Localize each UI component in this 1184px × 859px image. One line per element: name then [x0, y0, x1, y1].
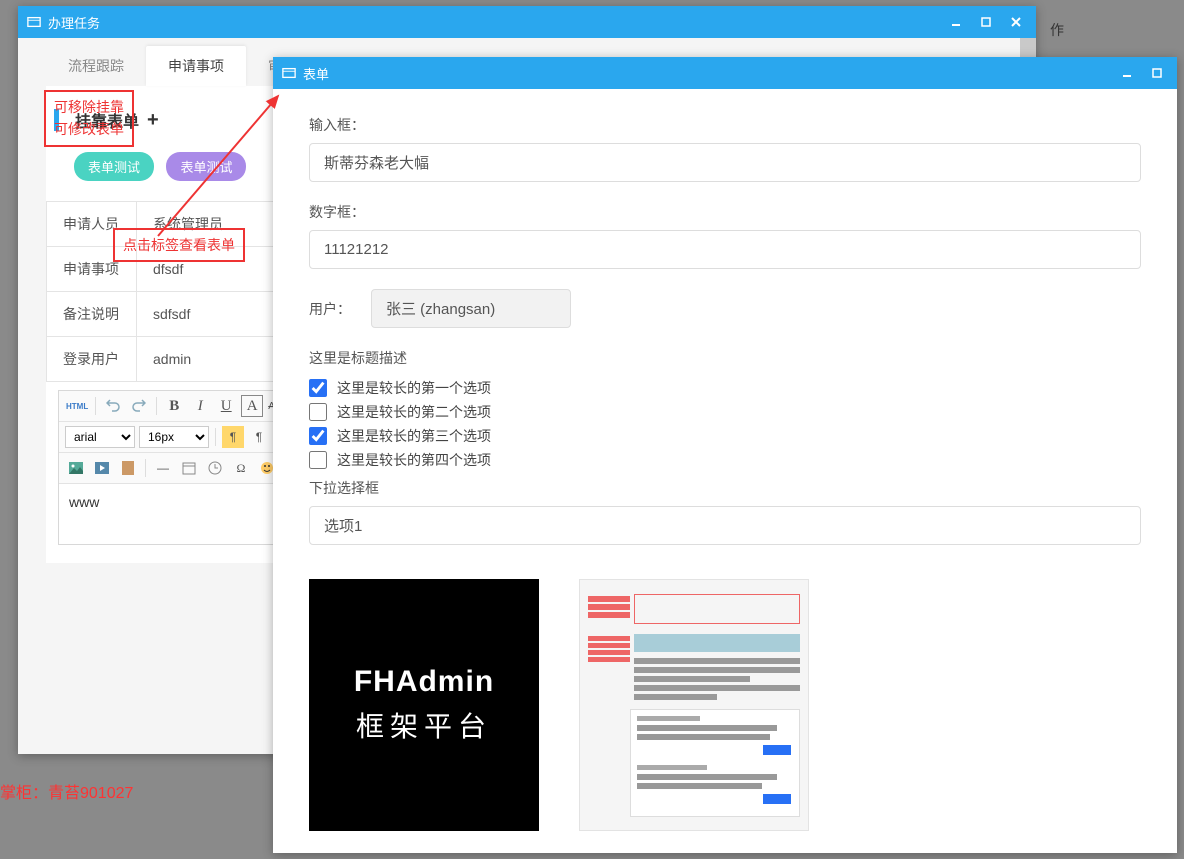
checkbox-option-3[interactable]: 这里是较长的第三个选项: [309, 424, 1141, 448]
user-label: 用户：: [309, 299, 351, 319]
form-window: 表单 输入框： 数字框： 用户： 这里是标题描述 这里是较长的第一个选项 这里是…: [273, 57, 1177, 853]
checkbox-label: 这里是较长的第二个选项: [337, 402, 491, 422]
checkbox-option-2[interactable]: 这里是较长的第二个选项: [309, 400, 1141, 424]
window-icon: [26, 14, 42, 30]
select-label: 下拉选择框: [309, 478, 1141, 498]
user-field: [371, 289, 571, 328]
checkbox-input[interactable]: [309, 403, 327, 421]
maximize-button[interactable]: [1145, 63, 1169, 83]
font-select[interactable]: arial: [65, 426, 135, 448]
watermark: @51CTO博客: [1075, 828, 1168, 849]
select-field[interactable]: [309, 506, 1141, 545]
number-label: 数字框：: [309, 202, 1141, 222]
input-label: 输入框：: [309, 115, 1141, 135]
checkbox-label: 这里是较长的第一个选项: [337, 378, 491, 398]
image-screenshot: [579, 579, 809, 831]
close-button[interactable]: [1004, 12, 1028, 32]
cell-label: 登录用户: [47, 337, 137, 382]
checkbox-label: 这里是较长的第三个选项: [337, 426, 491, 446]
bg-text: 作: [1050, 20, 1064, 40]
image-fhadmin: FHAdmin 框架平台: [309, 579, 539, 831]
image-icon[interactable]: [65, 457, 87, 479]
checkbox-group-label: 这里是标题描述: [309, 348, 1141, 368]
checkbox-input[interactable]: [309, 379, 327, 397]
annotation-1: 可移除挂靠 可修改表单: [44, 90, 134, 147]
window-icon: [281, 65, 297, 81]
hr-button[interactable]: —: [152, 457, 174, 479]
cell-label: 备注说明: [47, 292, 137, 337]
tab-process-track[interactable]: 流程跟踪: [46, 46, 146, 86]
omega-button[interactable]: Ω: [230, 457, 252, 479]
quote-button[interactable]: ¶: [248, 426, 270, 448]
file-icon[interactable]: [117, 457, 139, 479]
form-tag-1[interactable]: 表单测试: [74, 152, 154, 181]
form-window-title: 表单: [303, 64, 1115, 83]
maximize-button[interactable]: [974, 12, 998, 32]
footer-text: 掌柜：青苔901027: [0, 779, 133, 803]
checkbox-option-4[interactable]: 这里是较长的第四个选项: [309, 448, 1141, 472]
para-button[interactable]: ¶: [222, 426, 244, 448]
underline-button[interactable]: U: [215, 395, 237, 417]
undo-button[interactable]: [102, 395, 124, 417]
minimize-button[interactable]: [1115, 63, 1139, 83]
bold-button[interactable]: B: [163, 395, 185, 417]
text-input[interactable]: [309, 143, 1141, 182]
annotation-2: 点击标签查看表单: [113, 228, 245, 262]
html-button[interactable]: HTML: [65, 395, 89, 417]
italic-button[interactable]: I: [189, 395, 211, 417]
minimize-button[interactable]: [944, 12, 968, 32]
checkbox-input[interactable]: [309, 427, 327, 445]
tab-apply-item[interactable]: 申请事项: [146, 46, 246, 86]
video-icon[interactable]: [91, 457, 113, 479]
form-window-titlebar[interactable]: 表单: [273, 57, 1177, 89]
task-window-titlebar[interactable]: 办理任务: [18, 6, 1036, 38]
redo-button[interactable]: [128, 395, 150, 417]
fontcolor-button[interactable]: A: [241, 395, 263, 417]
checkbox-label: 这里是较长的第四个选项: [337, 450, 491, 470]
task-window-title: 办理任务: [48, 13, 944, 32]
time-icon[interactable]: [204, 457, 226, 479]
checkbox-option-1[interactable]: 这里是较长的第一个选项: [309, 376, 1141, 400]
checkbox-input[interactable]: [309, 451, 327, 469]
number-input[interactable]: [309, 230, 1141, 269]
date-icon[interactable]: [178, 457, 200, 479]
fontsize-select[interactable]: 16px: [139, 426, 209, 448]
